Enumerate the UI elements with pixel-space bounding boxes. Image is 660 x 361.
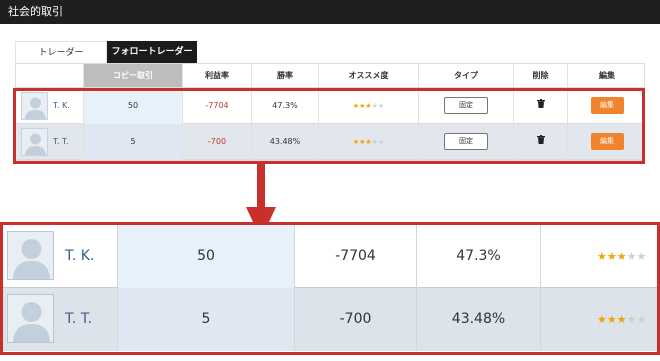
zoomed-row: T. T. 5 -700 43.48% ★★★★★ <box>3 288 657 351</box>
page-title: 社会的取引 <box>8 5 63 18</box>
star-icon: ★ <box>606 250 617 263</box>
profit-rate: -7704 <box>294 225 416 288</box>
star-icon: ★ <box>626 313 637 326</box>
trader-name[interactable]: T. K. <box>65 225 94 288</box>
zoomed-detail-panel: T. K. 50 -7704 47.3% ★★★★★ T. T. 5 -700 … <box>0 222 660 355</box>
avatar-icon <box>7 294 54 343</box>
star-icon: ★ <box>616 250 627 263</box>
header-delete: 削除 <box>513 64 567 87</box>
profit-rate: -700 <box>294 288 416 351</box>
highlight-box <box>13 88 645 164</box>
star-icon: ★ <box>626 250 637 263</box>
recommendation-rating: ★★★★★ <box>540 288 657 351</box>
tab-traders[interactable]: トレーダー <box>15 41 107 63</box>
header-type: タイプ <box>418 64 513 87</box>
win-rate: 47.3% <box>416 225 540 288</box>
copy-count: 5 <box>117 288 294 351</box>
star-icon: ★ <box>597 313 607 326</box>
star-rating: ★★★★★ <box>597 288 646 351</box>
trader-cell: T. K. <box>3 225 117 288</box>
avatar-icon <box>7 231 54 280</box>
recommendation-rating: ★★★★★ <box>540 225 657 288</box>
star-icon: ★ <box>606 313 617 326</box>
copy-count: 50 <box>117 225 294 288</box>
star-icon: ★ <box>597 250 607 263</box>
star-icon: ★ <box>636 250 647 263</box>
header-edit: 編集 <box>567 64 646 87</box>
header-recommendation: オススメ度 <box>318 64 418 87</box>
star-icon: ★ <box>636 313 647 326</box>
header-copy-trade: コピー取引 <box>83 64 182 87</box>
header-win-rate: 勝率 <box>251 64 318 87</box>
zoomed-row: T. K. 50 -7704 47.3% ★★★★★ <box>3 225 657 288</box>
trader-name[interactable]: T. T. <box>65 288 92 351</box>
header-profit-rate: 利益率 <box>182 64 251 87</box>
tab-follow-traders[interactable]: フォロートレーダー <box>107 41 197 63</box>
trader-cell: T. T. <box>3 288 117 351</box>
star-rating: ★★★★★ <box>597 225 646 288</box>
star-icon: ★ <box>616 313 627 326</box>
page-header: 社会的取引 <box>0 0 660 24</box>
win-rate: 43.48% <box>416 288 540 351</box>
table-header-row: コピー取引 利益率 勝率 オススメ度 タイプ 削除 編集 <box>16 64 644 88</box>
header-trader <box>16 64 83 87</box>
